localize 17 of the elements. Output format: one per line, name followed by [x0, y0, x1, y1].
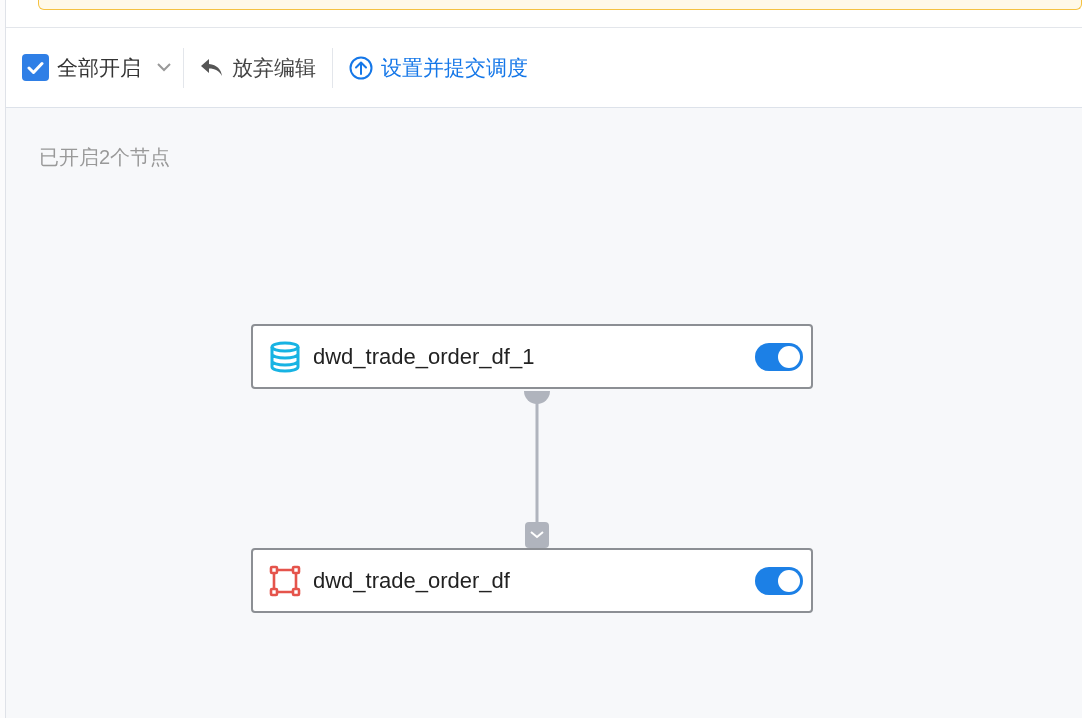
upload-icon	[349, 55, 373, 80]
node-name: dwd_trade_order_df	[313, 567, 511, 595]
checkmark-icon	[27, 60, 44, 75]
square-nodes-icon	[269, 564, 301, 597]
node-card[interactable]: dwd_trade_order_df_1	[251, 324, 813, 389]
select-all-label[interactable]: 全部开启	[57, 51, 141, 84]
discard-edit-button[interactable]: 放弃编辑	[196, 51, 320, 84]
toggle-switch[interactable]	[755, 566, 803, 595]
select-all-checkbox[interactable]	[22, 54, 49, 81]
node-name: dwd_trade_order_df_1	[313, 343, 536, 371]
enabled-count-text: 已开启2个节点	[39, 145, 171, 170]
reply-arrow-icon	[200, 57, 224, 78]
database-icon	[269, 340, 301, 373]
chevron-down-icon[interactable]	[157, 63, 171, 72]
node-card[interactable]: dwd_trade_order_df	[251, 548, 813, 613]
submit-schedule-button[interactable]: 设置并提交调度	[345, 51, 532, 84]
toggle-switch[interactable]	[755, 342, 803, 371]
